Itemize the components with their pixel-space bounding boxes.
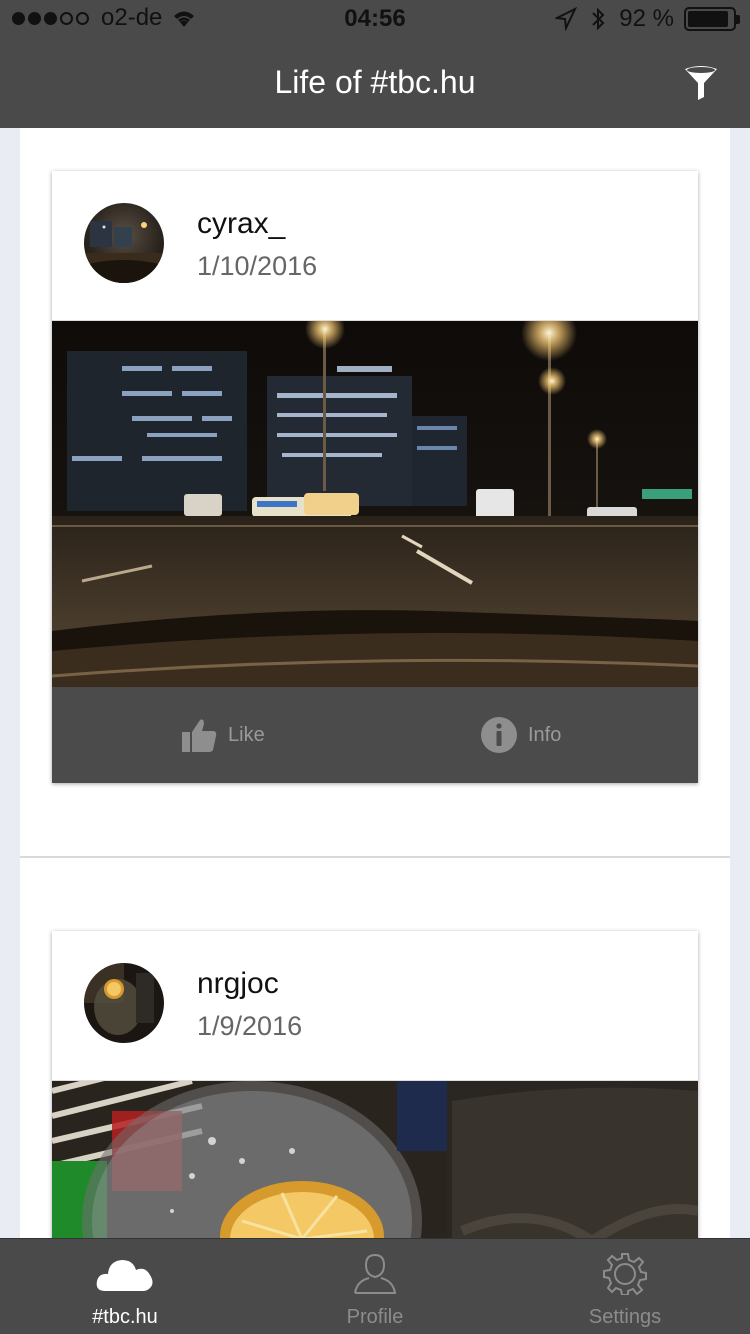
like-button[interactable]: Like bbox=[180, 687, 265, 783]
tab-bar: #tbc.hu Profile Settings bbox=[0, 1238, 750, 1334]
tab-label: #tbc.hu bbox=[92, 1306, 158, 1328]
filter-icon[interactable] bbox=[682, 64, 720, 102]
feed-item: cyrax_ 1/10/2016 Like Info bbox=[20, 128, 730, 858]
info-button[interactable]: Info bbox=[480, 687, 561, 783]
cloud-icon bbox=[96, 1260, 153, 1291]
post-date: 1/9/2016 bbox=[197, 1011, 303, 1041]
post-header: nrgjoc 1/9/2016 bbox=[52, 931, 698, 1081]
status-bar: o2-de 04:56 92 % bbox=[0, 0, 750, 40]
tab-label: Profile bbox=[346, 1306, 404, 1328]
tab-settings[interactable]: Settings bbox=[500, 1239, 750, 1334]
app-header: o2-de 04:56 92 % Life of #tbc.hu bbox=[0, 0, 750, 128]
avatar[interactable] bbox=[84, 203, 164, 283]
post-username[interactable]: cyrax_ bbox=[197, 207, 285, 241]
feed-item: nrgjoc 1/9/2016 bbox=[20, 858, 730, 1238]
post-photo[interactable] bbox=[52, 1081, 698, 1238]
post-date: 1/10/2016 bbox=[197, 251, 318, 281]
post-card: nrgjoc 1/9/2016 bbox=[52, 931, 698, 1238]
thumbs-up-icon bbox=[182, 719, 217, 752]
battery-icon bbox=[684, 7, 740, 31]
post-photo[interactable] bbox=[52, 321, 698, 687]
post-username[interactable]: nrgjoc bbox=[197, 967, 279, 1001]
page-title: Life of #tbc.hu bbox=[274, 64, 476, 100]
tab-label: Settings bbox=[588, 1306, 662, 1328]
bluetooth-icon bbox=[592, 7, 605, 31]
battery-percentage: 92 % bbox=[619, 5, 674, 32]
location-arrow-icon bbox=[555, 7, 578, 31]
avatar[interactable] bbox=[84, 963, 164, 1043]
feed-list[interactable]: cyrax_ 1/10/2016 Like Info nrgjoc 1/9/20… bbox=[20, 128, 730, 1238]
post-card: cyrax_ 1/10/2016 Like Info bbox=[52, 171, 698, 783]
info-label: Info bbox=[528, 723, 562, 746]
person-icon bbox=[354, 1253, 397, 1294]
status-right: 92 % bbox=[555, 5, 740, 33]
like-label: Like bbox=[228, 723, 265, 746]
tab-profile[interactable]: Profile bbox=[250, 1239, 500, 1334]
info-icon bbox=[481, 717, 517, 753]
post-header: cyrax_ 1/10/2016 bbox=[52, 171, 698, 321]
gear-icon bbox=[603, 1253, 647, 1295]
battery-fill bbox=[688, 11, 728, 27]
post-actions-bar: Like Info bbox=[52, 687, 698, 783]
tab-tbc[interactable]: #tbc.hu bbox=[0, 1239, 250, 1334]
